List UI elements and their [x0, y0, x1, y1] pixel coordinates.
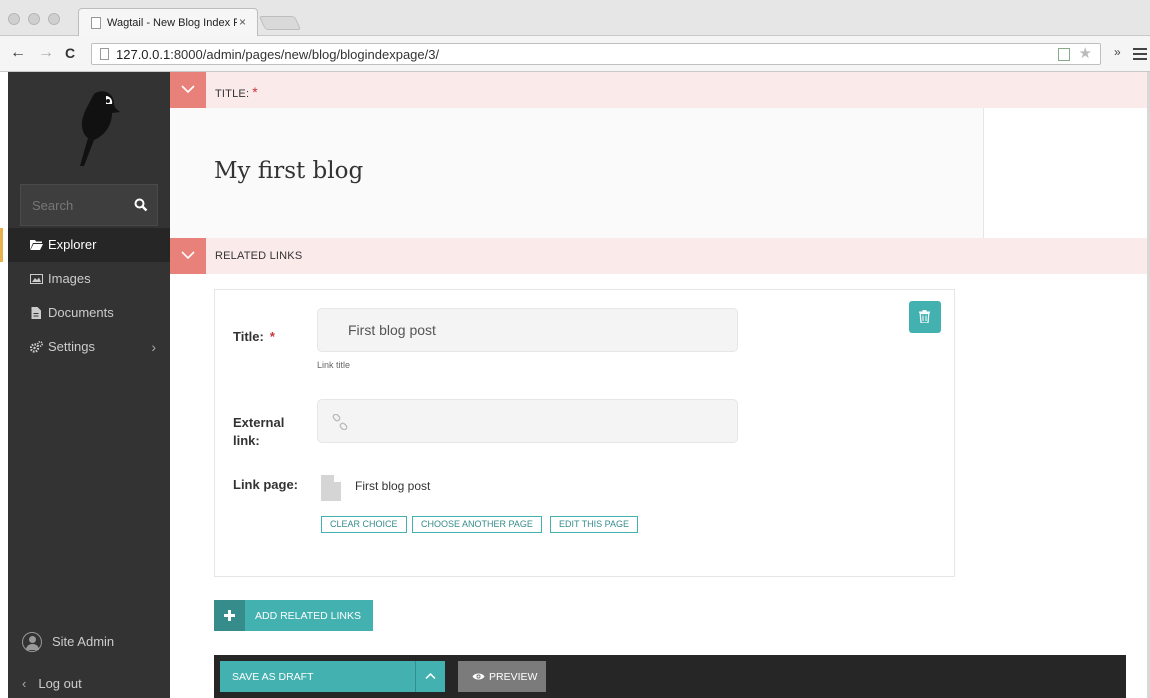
- preview-label: PREVIEW: [489, 671, 538, 683]
- external-link-label-line-1: External: [233, 415, 285, 430]
- delete-related-link-button[interactable]: [909, 301, 941, 333]
- title-section-label: TITLE: *: [215, 84, 258, 100]
- window-minimize-button[interactable]: [28, 13, 40, 25]
- edit-this-page-button[interactable]: EDIT THIS PAGE: [550, 516, 639, 533]
- extension-icon[interactable]: [1058, 48, 1070, 61]
- link-title-help: Link title: [317, 360, 351, 370]
- trash-icon: [919, 310, 930, 323]
- window-close-button[interactable]: [8, 13, 20, 25]
- folder-open-icon: [30, 240, 43, 250]
- title-input[interactable]: My first blog: [214, 158, 363, 184]
- sidebar-item-label: Explorer: [48, 237, 97, 252]
- page-icon: [100, 48, 109, 60]
- save-as-draft-label: SAVE AS DRAFT: [232, 671, 314, 683]
- required-marker: *: [269, 329, 275, 344]
- link-title-label: Title: *: [233, 328, 275, 346]
- search-box: [20, 184, 158, 226]
- link-title-value: First blog post: [348, 322, 436, 338]
- external-link-input[interactable]: [317, 399, 738, 443]
- search-input[interactable]: [21, 185, 126, 225]
- window-zoom-button[interactable]: [48, 13, 60, 25]
- title-section-label-text: TITLE:: [215, 88, 250, 100]
- page-icon: [321, 475, 341, 501]
- url-path: :8000/admin/pages/new/blog/blogindexpage…: [170, 47, 440, 62]
- related-links-section-toggle[interactable]: [170, 238, 206, 274]
- browser-tab[interactable]: Wagtail - New Blog Index P ×: [78, 8, 258, 36]
- choose-another-page-button[interactable]: CHOOSE ANOTHER PAGE: [412, 516, 542, 533]
- external-link-label-line-2: link:: [233, 433, 260, 448]
- back-button[interactable]: ←: [10, 44, 26, 62]
- clear-choice-button[interactable]: CLEAR CHOICE: [321, 516, 407, 533]
- browser-tab-bar: Wagtail - New Blog Index P ×: [0, 0, 1150, 36]
- sidebar-item-images[interactable]: Images: [8, 262, 170, 296]
- avatar: [22, 632, 42, 652]
- sidebar-nav: Explorer Images Documents Settings ›: [0, 228, 170, 364]
- tab-title: Wagtail - New Blog Index P: [107, 17, 237, 29]
- wagtail-logo[interactable]: [56, 86, 126, 168]
- sidebar: Explorer Images Documents Settings: [0, 72, 170, 698]
- sidebar-item-settings[interactable]: Settings ›: [8, 330, 170, 364]
- related-link-item: Title: * First blog post Link title Exter…: [214, 289, 955, 577]
- reload-button[interactable]: C: [65, 45, 75, 61]
- bookmark-star-icon[interactable]: ★: [1079, 44, 1092, 62]
- more-actions-button[interactable]: [415, 661, 445, 692]
- sidebar-item-label: Images: [48, 271, 91, 286]
- logout-link[interactable]: ‹ Log out: [22, 676, 82, 691]
- chosen-page-title: First blog post: [355, 479, 431, 493]
- address-bar[interactable]: 127.0.0.1:8000/admin/pages/new/blog/blog…: [91, 43, 1101, 65]
- extensions-overflow-icon[interactable]: »: [1114, 45, 1121, 59]
- add-related-links-button[interactable]: ADD RELATED LINKS: [214, 600, 373, 631]
- title-section-header: TITLE: *: [170, 72, 1150, 108]
- chevron-up-icon: [425, 672, 436, 680]
- link-page-label: Link page:: [233, 477, 299, 492]
- link-title-input[interactable]: First blog post: [317, 308, 738, 352]
- chevron-left-icon: ‹: [22, 676, 27, 691]
- save-as-draft-button[interactable]: SAVE AS DRAFT: [220, 661, 415, 692]
- chevron-down-icon: [181, 85, 195, 94]
- account-name: Site Admin: [52, 634, 115, 649]
- search-icon[interactable]: [134, 198, 148, 212]
- tab-close-button[interactable]: ×: [239, 15, 246, 29]
- chevron-right-icon: ›: [151, 339, 156, 355]
- add-related-links-label: ADD RELATED LINKS: [255, 610, 361, 622]
- plus-icon: [214, 600, 245, 631]
- action-footer: SAVE AS DRAFT PREVIEW: [214, 655, 1126, 698]
- address-toolbar: ← → C 127.0.0.1:8000/admin/pages/new/blo…: [0, 36, 1150, 72]
- eye-icon: [472, 673, 485, 680]
- image-icon: [30, 274, 43, 284]
- logout-label: Log out: [38, 676, 82, 691]
- cogs-icon: [30, 341, 43, 353]
- related-links-section-label: RELATED LINKS: [215, 250, 303, 262]
- document-icon: [31, 307, 41, 319]
- page-icon: [91, 17, 101, 29]
- external-link-label: External link:: [233, 414, 284, 450]
- required-marker: *: [252, 84, 258, 100]
- browser-menu-icon[interactable]: [1133, 48, 1147, 60]
- url-text: 127.0.0.1:8000/admin/pages/new/blog/blog…: [116, 47, 439, 62]
- link-title-label-text: Title:: [233, 329, 264, 344]
- sidebar-item-documents[interactable]: Documents: [8, 296, 170, 330]
- sidebar-item-label: Documents: [48, 305, 114, 320]
- title-section-toggle[interactable]: [170, 72, 206, 108]
- related-links-section-header: RELATED LINKS: [170, 238, 1150, 274]
- chevron-down-icon: [181, 251, 195, 260]
- link-icon: [332, 414, 348, 430]
- sidebar-item-label: Settings: [48, 339, 95, 354]
- new-tab-button[interactable]: [258, 16, 302, 30]
- forward-button[interactable]: →: [38, 44, 54, 62]
- sidebar-item-explorer[interactable]: Explorer: [0, 228, 170, 262]
- url-host: 127.0.0.1: [116, 47, 171, 62]
- title-field[interactable]: My first blog: [170, 108, 984, 238]
- main-content: TITLE: * My first blog RELATED LINKS Titl…: [170, 72, 1150, 698]
- preview-button[interactable]: PREVIEW: [458, 661, 546, 692]
